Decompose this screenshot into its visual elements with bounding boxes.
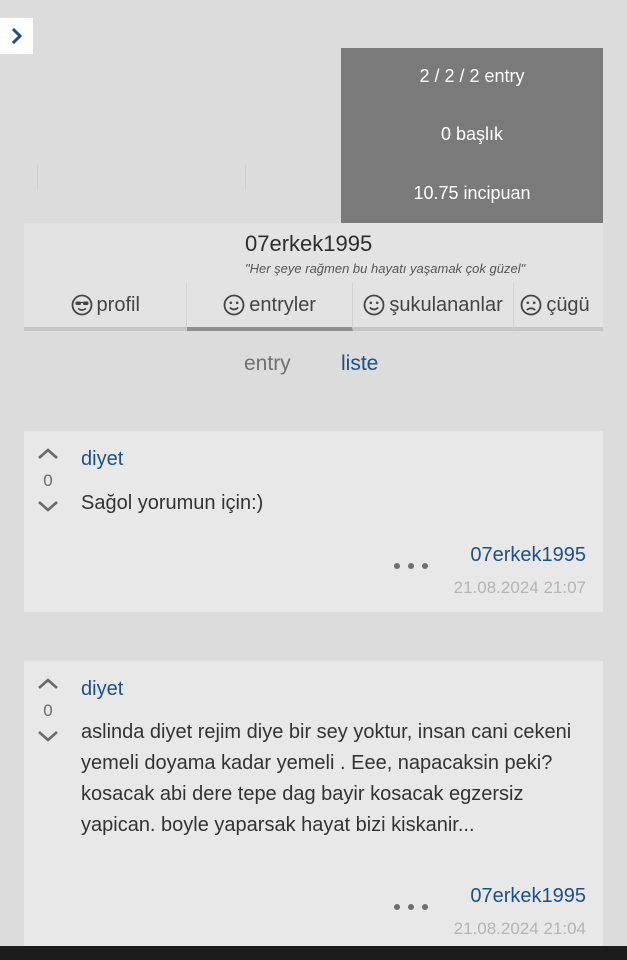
tab-label: profil — [96, 293, 140, 316]
entry-topic-link[interactable]: diyet — [81, 678, 123, 701]
sunglasses-face-icon — [71, 294, 93, 316]
tab-entryler[interactable]: entryler — [187, 283, 353, 331]
subnav-liste[interactable]: liste — [341, 352, 378, 376]
smiley-icon — [363, 294, 385, 316]
tab-label: çügü — [546, 293, 590, 316]
profile-motto: "Her şeye rağmen bu hayatı yaşamak çok g… — [245, 261, 526, 276]
entry-content: aslinda diyet rejim diye bir sey yoktur,… — [81, 721, 572, 836]
topic-count: 0 başlık — [440, 124, 504, 144]
chevron-right-icon — [11, 28, 22, 44]
avatar-placeholder — [37, 72, 247, 194]
entry-date[interactable]: 21.08.2024 21:04 — [454, 919, 586, 939]
upvote-icon[interactable] — [36, 677, 60, 691]
more-options-icon[interactable] — [394, 561, 428, 571]
smiley-icon — [223, 294, 245, 316]
entry-date[interactable]: 21.08.2024 21:07 — [454, 578, 586, 598]
frown-icon — [520, 294, 542, 316]
vote-count: 0 — [43, 701, 53, 720]
profile-header: 07erkek1995 "Her şeye rağmen bu hayatı y… — [24, 223, 603, 283]
tab-profil[interactable]: profil — [24, 283, 188, 331]
tab-label: şukulananlar — [389, 293, 503, 316]
vote-count: 0 — [43, 471, 53, 490]
entry-author-link[interactable]: 07erkek1995 — [470, 544, 586, 567]
tab-cugu[interactable]: çügü — [514, 283, 603, 331]
tab-label: entryler — [249, 293, 316, 316]
system-navigation-bar — [0, 946, 627, 960]
entry-author-link[interactable]: 07erkek1995 — [470, 885, 586, 908]
entry-card: 0 diyet Sağol yorumun için:) 07erkek1995… — [24, 431, 603, 612]
points-count: 10.75 incipuan — [413, 183, 531, 203]
user-stats-panel: 2 / 2 / 2 entry 0 başlık 10.75 incipuan — [341, 48, 603, 223]
upvote-icon[interactable] — [36, 447, 60, 461]
entry-card: 0 diyet aslinda diyet rejim diye bir sey… — [24, 661, 603, 946]
vote-widget: 0 — [36, 677, 60, 743]
entry-count: 2 / 2 / 2 entry — [419, 66, 525, 86]
expand-sidebar-button[interactable] — [0, 18, 33, 54]
tab-sukulananlar[interactable]: şukulananlar — [352, 283, 515, 331]
vote-widget: 0 — [36, 447, 60, 513]
downvote-icon[interactable] — [36, 499, 60, 513]
entry-content: Sağol yorumun için:) — [81, 492, 264, 514]
profile-username: 07erkek1995 — [245, 231, 373, 256]
profile-tabs: profil entryler şukulananlar çügü — [24, 283, 603, 331]
subnav-entry[interactable]: entry — [244, 352, 291, 376]
downvote-icon[interactable] — [36, 729, 60, 743]
more-options-icon[interactable] — [394, 902, 428, 912]
entry-topic-link[interactable]: diyet — [81, 448, 123, 471]
